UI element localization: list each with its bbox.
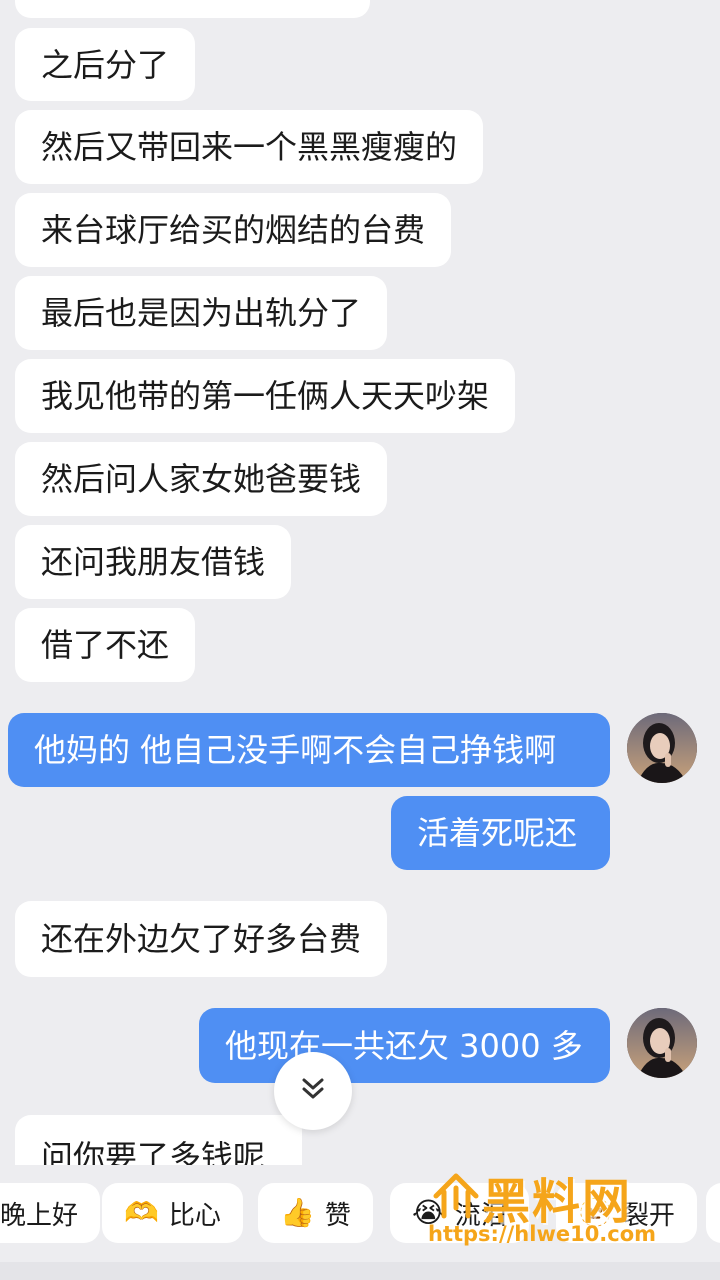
quick-reply-chip[interactable]: 晚上好 — [0, 1183, 101, 1243]
message-bubble[interactable]: 问你要了多钱呢 — [15, 1115, 302, 1165]
avatar[interactable] — [627, 713, 697, 783]
message-bubble[interactable]: 最后也是因为出轨分了 — [15, 276, 388, 350]
watermark-logo-icon — [428, 1168, 484, 1228]
avatar[interactable] — [627, 1008, 697, 1078]
watermark: 黑料网 https://hlwe10.com — [420, 1160, 720, 1260]
watermark-url: https://hlwe10.com — [428, 1222, 657, 1246]
thumbs-up-icon: 👍 — [280, 1196, 315, 1229]
message-bubble-outgoing[interactable]: 他现在一共还欠 3000 多 — [199, 1008, 610, 1083]
chat-area[interactable]: 之后分了 然后又带回来一个黑黑瘦瘦的 来台球厅给买的烟结的台费 最后也是因为出轨… — [0, 0, 720, 1165]
quick-reply-chip[interactable]: 👍 赞 — [258, 1183, 373, 1243]
message-bubble[interactable]: 然后问人家女她爸要钱 — [15, 442, 388, 516]
chip-label: 赞 — [324, 1200, 351, 1231]
message-bubble[interactable]: 借了不还 — [15, 608, 196, 682]
input-bar-edge — [0, 1262, 720, 1280]
message-bubble[interactable]: 来台球厅给买的烟结的台费 — [15, 193, 452, 267]
message-bubble[interactable]: 之后分了 — [15, 28, 196, 101]
message-bubble[interactable]: 还在外边欠了好多台费 — [15, 901, 388, 977]
chip-label: 比心 — [168, 1200, 221, 1231]
scroll-to-bottom-button[interactable] — [274, 1052, 352, 1130]
chip-label: 晚上好 — [0, 1200, 79, 1231]
heart-hands-icon: 🫶 — [124, 1196, 159, 1229]
message-bubble[interactable]: 还问我朋友借钱 — [15, 525, 292, 599]
message-bubble[interactable] — [15, 0, 370, 18]
message-bubble[interactable]: 然后又带回来一个黑黑瘦瘦的 — [15, 110, 484, 184]
double-chevron-down-icon — [298, 1074, 328, 1108]
message-bubble-outgoing[interactable]: 他妈的 他自己没手啊不会自己挣钱啊 — [8, 713, 610, 787]
message-bubble[interactable]: 我见他带的第一任俩人天天吵架 — [15, 359, 516, 433]
quick-reply-chip[interactable]: 🫶 比心 — [102, 1183, 243, 1243]
message-bubble-outgoing[interactable]: 活着死呢还 — [391, 796, 610, 870]
